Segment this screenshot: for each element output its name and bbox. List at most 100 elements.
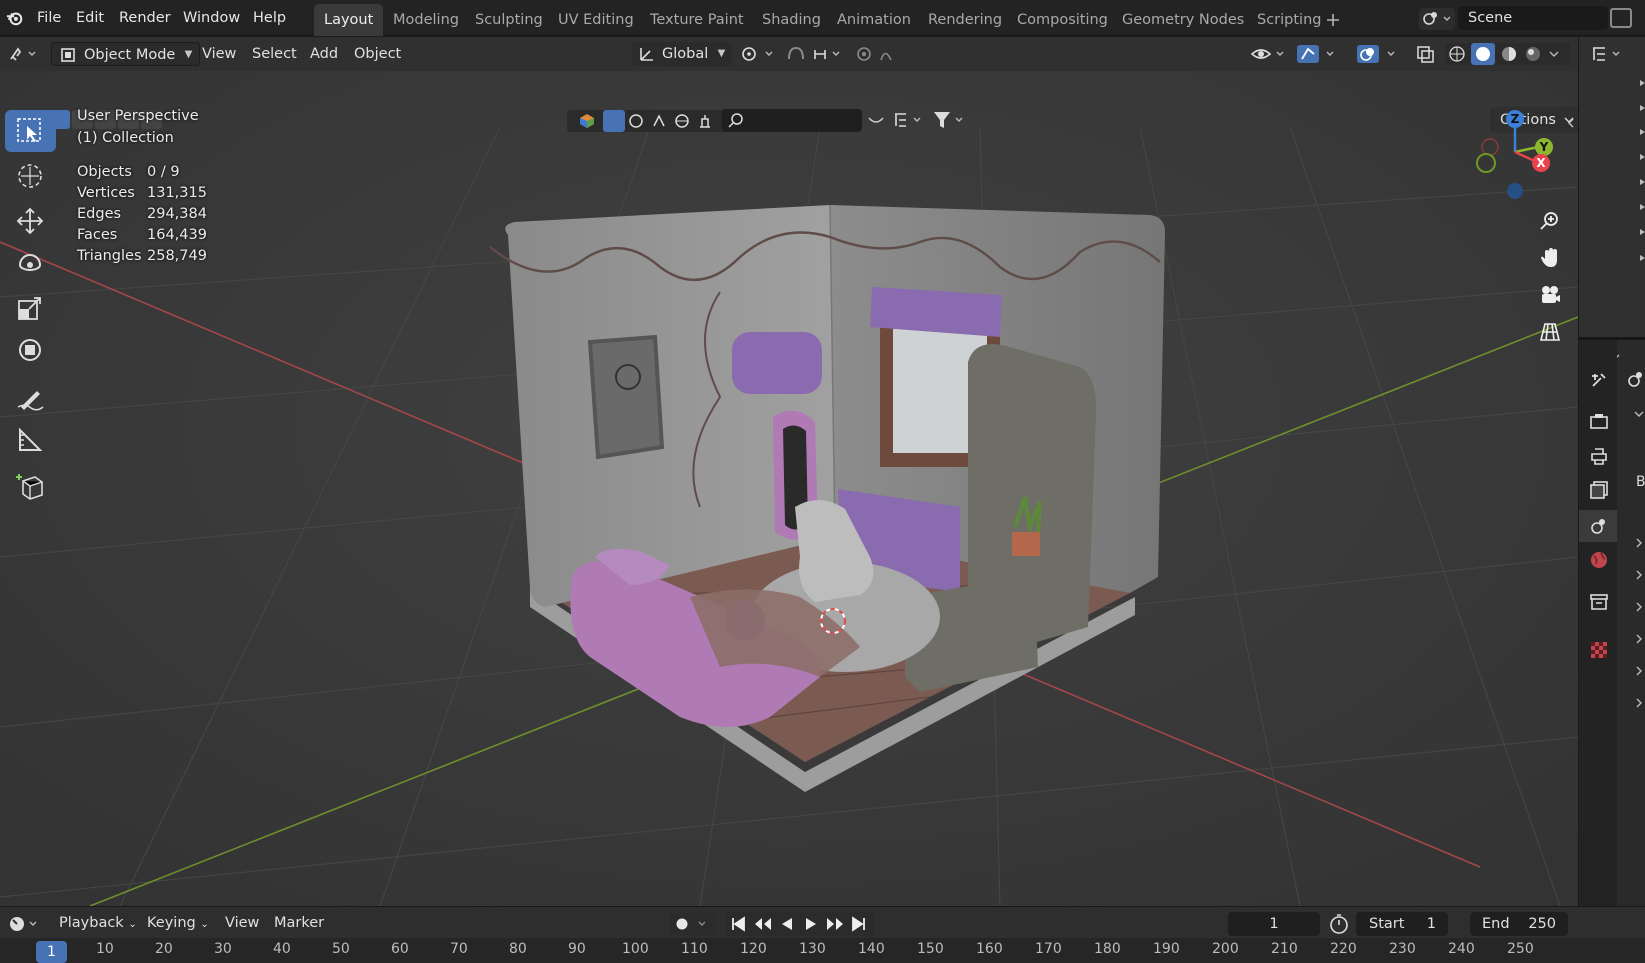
empty-filter-icon[interactable]: [651, 113, 667, 129]
xray-toggle-icon[interactable]: [1414, 45, 1438, 63]
pan-button[interactable]: [1530, 242, 1568, 274]
add-cube-tool[interactable]: [5, 465, 56, 507]
measure-tool[interactable]: [5, 419, 56, 461]
solid-shading-icon: [1476, 47, 1490, 61]
panel-collapse-arrow-icon[interactable]: [1633, 409, 1645, 749]
menu-select[interactable]: Select: [252, 42, 297, 66]
output-properties-icon[interactable]: [1589, 446, 1609, 466]
stopwatch-icon[interactable]: [1328, 913, 1350, 935]
view-layer-properties-icon[interactable]: [1589, 480, 1609, 500]
menu-help[interactable]: Help: [253, 0, 286, 36]
tab-rendering[interactable]: Rendering: [918, 4, 1012, 36]
play-reverse-icon[interactable]: [779, 916, 795, 932]
filter-search-input[interactable]: [722, 109, 862, 132]
menu-timeline-view[interactable]: View: [225, 907, 259, 939]
timeline-ruler[interactable]: 1 10 20 30 40 50 60 70 80 90 100 110 120…: [0, 938, 1645, 963]
select-box-tool[interactable]: [5, 110, 56, 152]
transform-orientation-dropdown[interactable]: Global ▼: [632, 42, 733, 66]
ruler-tick: 40: [273, 941, 291, 957]
solid-shading-button[interactable]: [1471, 43, 1495, 65]
wireframe-shading-icon[interactable]: [1448, 45, 1466, 63]
menu-playback[interactable]: Playback ⌄: [59, 907, 137, 939]
scene-selector[interactable]: [1419, 8, 1455, 30]
mesh-filter-button[interactable]: [603, 110, 625, 132]
visibility-eye-icon[interactable]: [1250, 45, 1290, 63]
texture-properties-icon[interactable]: [1589, 640, 1609, 660]
blender-logo-icon[interactable]: [6, 9, 24, 27]
menu-marker[interactable]: Marker: [274, 907, 324, 939]
tab-layout[interactable]: Layout: [314, 4, 384, 36]
current-frame-field[interactable]: 1: [1228, 912, 1320, 936]
zoom-button[interactable]: [1530, 205, 1568, 237]
move-tool[interactable]: [5, 200, 56, 242]
tab-uv-editing[interactable]: UV Editing: [548, 4, 644, 36]
hierarchy-icon[interactable]: [892, 111, 926, 129]
camera-view-button[interactable]: [1530, 279, 1568, 311]
world-properties-icon[interactable]: [1589, 550, 1609, 570]
tab-sculpting[interactable]: Sculpting: [465, 4, 553, 36]
tab-shading[interactable]: Shading: [752, 4, 831, 36]
expand-arrow-icon[interactable]: [1637, 77, 1645, 327]
menu-view[interactable]: View: [202, 42, 236, 66]
overlays-toggle-icon[interactable]: [1357, 45, 1405, 63]
menu-edit[interactable]: Edit: [76, 0, 104, 36]
jump-to-start-icon[interactable]: [730, 916, 746, 932]
menu-render[interactable]: Render: [119, 0, 171, 36]
menu-window[interactable]: Window: [183, 0, 240, 36]
material-preview-icon[interactable]: [1500, 45, 1518, 63]
editor-type-icon[interactable]: [8, 45, 42, 63]
gizmo-z-axis[interactable]: Z: [1506, 110, 1524, 128]
mode-dropdown[interactable]: Object Mode ▼: [51, 42, 201, 66]
menu-file[interactable]: File: [37, 0, 61, 36]
add-workspace-button[interactable]: [1326, 2, 1340, 38]
annotate-tool[interactable]: [5, 377, 56, 419]
gizmo-y-axis[interactable]: Y: [1535, 138, 1553, 156]
chevron-down-icon[interactable]: [1548, 48, 1560, 60]
cursor-tool[interactable]: [5, 155, 56, 197]
tab-animation[interactable]: Animation: [827, 4, 921, 36]
object-color-icon[interactable]: [579, 113, 595, 129]
sidebar-toggle-icon[interactable]: [1566, 117, 1576, 129]
scene-name-field[interactable]: Scene: [1458, 6, 1608, 30]
gizmo-x-axis[interactable]: X: [1532, 154, 1550, 172]
tab-compositing[interactable]: Compositing: [1007, 4, 1118, 36]
tab-modeling[interactable]: Modeling: [383, 4, 469, 36]
filter-toggle-icon[interactable]: [866, 113, 886, 129]
navigation-gizmo[interactable]: Z Y X: [1465, 107, 1565, 207]
render-properties-icon[interactable]: [1589, 412, 1609, 432]
auto-keying-toggle[interactable]: [670, 913, 716, 935]
world-filter-icon[interactable]: [674, 113, 690, 129]
scene-properties-tab[interactable]: [1579, 510, 1617, 542]
rotate-tool[interactable]: [5, 244, 56, 286]
funnel-filter-icon[interactable]: [932, 110, 968, 130]
gizmo-toggle-icon[interactable]: [1297, 45, 1343, 63]
menu-keying[interactable]: Keying ⌄: [147, 907, 209, 939]
start-frame-field[interactable]: Start 1: [1356, 912, 1448, 936]
jump-to-end-icon[interactable]: [851, 916, 867, 932]
rendered-shading-icon[interactable]: [1524, 45, 1542, 63]
proportional-editing-icon[interactable]: [855, 45, 911, 63]
outliner-editor-icon[interactable]: [1591, 45, 1627, 63]
menu-object[interactable]: Object: [354, 42, 401, 66]
tab-scripting[interactable]: Scripting: [1247, 4, 1331, 36]
transform-tool[interactable]: [5, 329, 56, 371]
next-keyframe-icon[interactable]: [825, 916, 845, 932]
3d-viewport[interactable]: Object Mode ▼ View Select Add Object Glo…: [0, 37, 1578, 906]
end-frame-field[interactable]: End 250: [1470, 912, 1568, 936]
light-filter-icon[interactable]: [628, 113, 644, 129]
menu-add[interactable]: Add: [310, 42, 338, 66]
previous-keyframe-icon[interactable]: [753, 916, 773, 932]
pivot-point-icon[interactable]: [740, 45, 780, 63]
tab-geometry-nodes[interactable]: Geometry Nodes: [1112, 4, 1254, 36]
scale-tool[interactable]: [5, 287, 56, 329]
playhead-frame-badge[interactable]: 1: [36, 941, 67, 963]
timeline-editor-type[interactable]: [8, 914, 42, 934]
new-scene-icon[interactable]: [1610, 8, 1632, 28]
collection-properties-icon[interactable]: [1589, 592, 1609, 612]
snap-icon[interactable]: [785, 45, 845, 63]
perspective-toggle-button[interactable]: [1530, 316, 1568, 348]
tool-properties-icon[interactable]: [1589, 370, 1609, 390]
tab-texture-paint[interactable]: Texture Paint: [640, 4, 754, 36]
armature-filter-icon[interactable]: [697, 113, 713, 129]
play-icon[interactable]: [803, 916, 819, 932]
